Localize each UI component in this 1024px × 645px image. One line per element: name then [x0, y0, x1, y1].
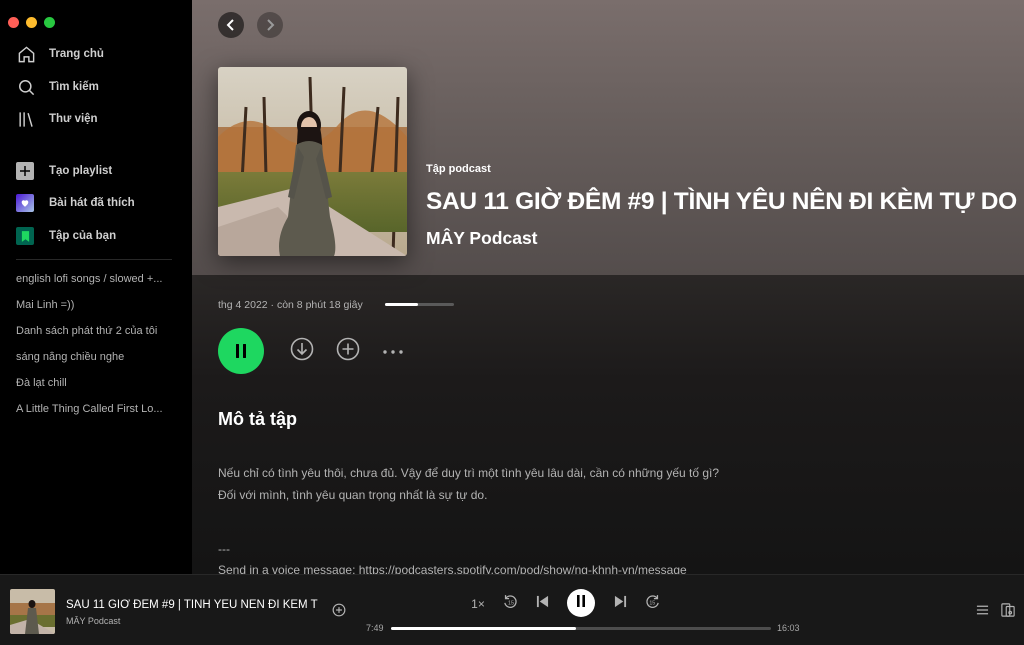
- description-line: Nếu chỉ có tình yêu thôi, chưa đủ. Vậy đ…: [218, 466, 720, 480]
- now-playing-cover[interactable]: [10, 589, 55, 634]
- minimize-window-button[interactable]: [26, 17, 37, 28]
- episode-listen-progress-fill: [385, 303, 419, 306]
- rewind-15-icon: 15: [502, 593, 519, 615]
- skip-next-icon: [614, 595, 627, 613]
- total-time: 16:03: [777, 623, 800, 633]
- sidebar-divider: [16, 259, 172, 260]
- connect-device-button[interactable]: [999, 602, 1017, 622]
- now-playing-artist[interactable]: MÂY Podcast: [66, 616, 120, 626]
- more-options-button[interactable]: [381, 339, 405, 363]
- description-line: ---: [218, 542, 230, 556]
- search-icon: [16, 77, 36, 97]
- nav-home-label: Trang chủ: [49, 48, 104, 60]
- nav-search[interactable]: Tìm kiếm: [16, 76, 99, 98]
- heart-icon: [16, 194, 34, 212]
- previous-button[interactable]: [532, 594, 552, 614]
- nav-search-label: Tìm kiếm: [49, 81, 99, 93]
- playlist-item[interactable]: Danh sách phát thứ 2 của tôi: [16, 325, 174, 337]
- description-line: Đối với mình, tình yêu quan trọng nhất l…: [218, 488, 488, 502]
- plus-icon: [16, 162, 34, 180]
- sidebar: Trang chủ Tìm kiếm Thư viện Tạo playlist…: [0, 0, 192, 574]
- liked-songs-label: Bài hát đã thích: [49, 197, 135, 209]
- plus-circle-icon: [336, 337, 360, 366]
- playlist-item[interactable]: Mai Linh =)): [16, 299, 174, 311]
- forward-15-icon: 15: [644, 593, 661, 615]
- skip-back-15-button[interactable]: 15: [500, 594, 520, 614]
- episode-cover-image: [218, 67, 407, 256]
- player-bar: SAU 11 GIỜ ĐÊM #9 | TÌNH YÊU NÊN ĐI KÈM …: [0, 574, 1024, 645]
- playlist-item[interactable]: sáng nắng chiều nghe: [16, 351, 174, 363]
- episode-type-label: Tập podcast: [426, 163, 491, 175]
- description-heading: Mô tả tập: [218, 409, 297, 429]
- home-icon: [16, 44, 36, 64]
- pause-icon: [576, 594, 586, 612]
- svg-text:15: 15: [649, 600, 655, 606]
- playlist-item[interactable]: english lofi songs / slowed +...: [16, 273, 174, 285]
- episode-listen-progress: [385, 303, 454, 306]
- nav-library-label: Thư viện: [49, 113, 98, 125]
- player-pause-button[interactable]: [567, 589, 595, 617]
- main-view: Tập podcast SAU 11 GIỜ ĐÊM #9 | TÌNH YÊU…: [192, 0, 1024, 574]
- now-playing-title[interactable]: SAU 11 GIỜ ĐÊM #9 | TÌNH YÊU NÊN ĐI KÈM …: [66, 599, 318, 611]
- more-icon: [382, 342, 404, 360]
- playback-speed-button[interactable]: 1×: [466, 595, 490, 613]
- forward-button[interactable]: [257, 12, 283, 38]
- skip-previous-icon: [536, 595, 549, 613]
- maximize-window-button[interactable]: [44, 17, 55, 28]
- playlist-item[interactable]: A Little Thing Called First Lo...: [16, 403, 174, 415]
- close-window-button[interactable]: [8, 17, 19, 28]
- queue-button[interactable]: [973, 604, 991, 620]
- devices-icon: [1001, 602, 1015, 622]
- episode-meta: thg 4 2022 · còn 8 phút 18 giây: [218, 299, 363, 311]
- nav-library[interactable]: Thư viện: [16, 108, 98, 130]
- your-episodes-link[interactable]: Tập của bạn: [16, 225, 116, 247]
- queue-icon: [976, 603, 989, 621]
- show-name-link[interactable]: MÂY Podcast: [426, 228, 538, 249]
- window-controls: [8, 17, 55, 28]
- add-to-library-button[interactable]: [336, 337, 360, 366]
- liked-songs-link[interactable]: Bài hát đã thích: [16, 192, 135, 214]
- bookmark-icon: [16, 227, 34, 245]
- playlist-item[interactable]: Đà lạt chill: [16, 377, 174, 389]
- episode-title: SAU 11 GIỜ ĐÊM #9 | TÌNH YÊU NÊN ĐI KÈM …: [426, 188, 1017, 215]
- skip-forward-15-button[interactable]: 15: [642, 594, 662, 614]
- elapsed-time: 7:49: [366, 623, 384, 633]
- playback-progress-fill: [391, 627, 577, 630]
- create-playlist-label: Tạo playlist: [49, 165, 113, 177]
- library-icon: [16, 109, 36, 129]
- content-background: [192, 275, 1024, 574]
- next-button[interactable]: [610, 594, 630, 614]
- back-button[interactable]: [218, 12, 244, 38]
- your-episodes-label: Tập của bạn: [49, 230, 117, 242]
- nav-home[interactable]: Trang chủ: [16, 43, 104, 65]
- pause-button[interactable]: [218, 328, 264, 374]
- plus-circle-icon: [332, 603, 346, 622]
- svg-text:15: 15: [508, 600, 514, 606]
- save-to-library-button[interactable]: [331, 603, 347, 622]
- create-playlist-button[interactable]: Tạo playlist: [16, 160, 112, 182]
- description-link[interactable]: Send in a voice message: https://podcast…: [218, 563, 687, 574]
- download-icon: [290, 337, 314, 366]
- download-button[interactable]: [290, 337, 314, 366]
- playback-progress-bar[interactable]: [391, 627, 771, 630]
